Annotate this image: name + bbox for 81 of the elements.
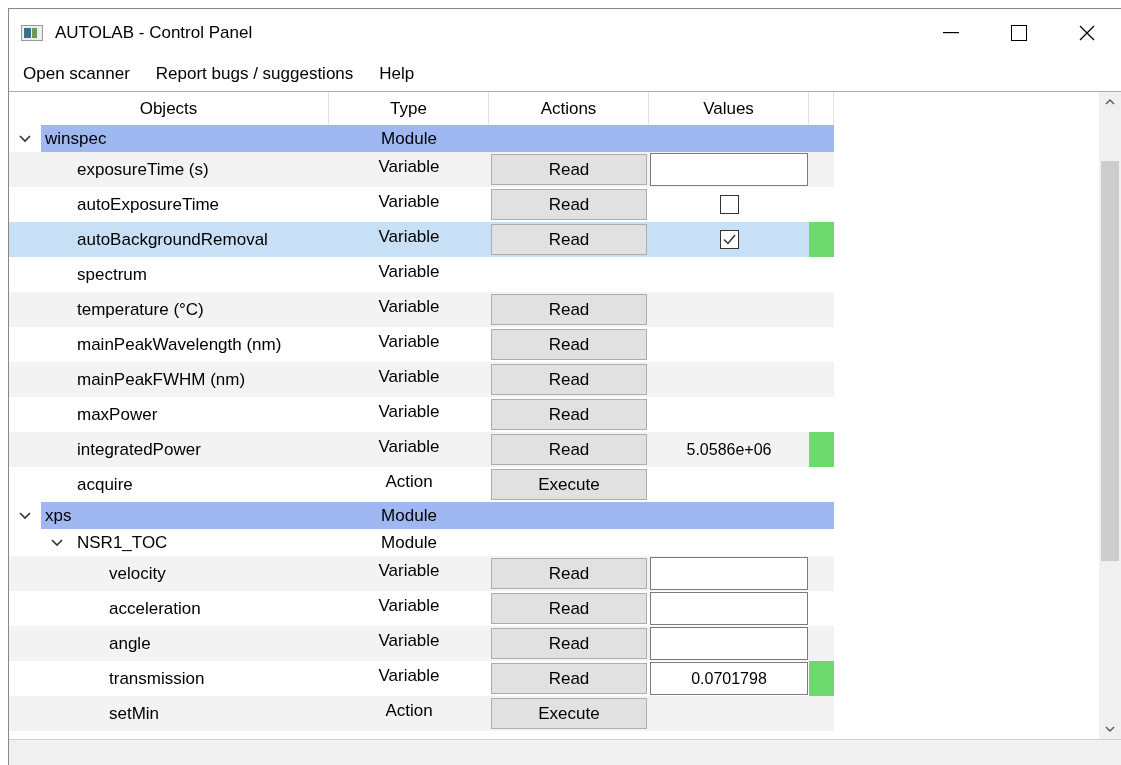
type-label: Variable	[378, 156, 440, 178]
tree-row[interactable]: autoBackgroundRemoval Variable Read	[9, 222, 834, 257]
value-field[interactable]: 0.0701798	[650, 662, 808, 695]
type-label: Variable	[378, 191, 440, 213]
tree-row[interactable]: velocity Variable Read	[9, 556, 834, 591]
value-field[interactable]	[650, 153, 808, 186]
tree-row[interactable]: setMin Action Execute	[9, 696, 834, 731]
object-name: autoExposureTime	[76, 193, 220, 216]
tree-row[interactable]: mainPeakFWHM (nm) Variable Read	[9, 362, 834, 397]
module-name: winspec	[41, 125, 329, 152]
action-button[interactable]: Read	[491, 154, 647, 185]
menu-item[interactable]: Open scanner	[15, 60, 138, 87]
action-button[interactable]: Read	[491, 224, 647, 255]
tree-row[interactable]: integratedPower Variable Read 5.0586e+06	[9, 432, 834, 467]
checkbox[interactable]	[719, 195, 739, 214]
action-button[interactable]: Execute	[491, 698, 647, 729]
value-text: 5.0586e+06	[686, 439, 772, 460]
object-name: integratedPower	[76, 438, 201, 461]
object-name: maxPower	[76, 403, 158, 426]
value-field[interactable]	[650, 557, 808, 590]
object-name: velocity	[108, 562, 166, 585]
scroll-up-icon[interactable]	[1105, 98, 1115, 105]
type-label: Module	[381, 504, 437, 527]
object-name: mainPeakFWHM (nm)	[76, 368, 246, 391]
value-field[interactable]	[650, 627, 808, 660]
module-name: NSR1_TOC	[76, 531, 168, 554]
object-name: spectrum	[76, 263, 147, 286]
type-label: Variable	[378, 595, 440, 617]
type-label: Variable	[378, 630, 440, 652]
action-button[interactable]: Read	[491, 593, 647, 624]
type-label: Variable	[378, 331, 440, 353]
chevron-down-icon[interactable]	[51, 536, 63, 549]
type-label: Module	[381, 531, 437, 554]
object-name: autoBackgroundRemoval	[76, 228, 268, 251]
value-field[interactable]	[650, 592, 808, 625]
object-name: angle	[108, 632, 151, 655]
object-name: exposureTime (s)	[76, 158, 209, 181]
type-label: Variable	[378, 436, 440, 458]
tree-row[interactable]: temperature (°C) Variable Read	[9, 292, 834, 327]
object-name: acceleration	[108, 597, 201, 620]
type-label: Action	[385, 700, 433, 722]
type-label: Variable	[378, 296, 440, 318]
action-button[interactable]: Read	[491, 399, 647, 430]
window-title: AUTOLAB - Control Panel	[55, 21, 253, 44]
action-button[interactable]: Read	[491, 558, 647, 589]
object-name: setMin	[108, 702, 160, 725]
checkbox[interactable]	[719, 230, 739, 249]
module-name: xps	[41, 502, 329, 529]
type-label: Variable	[378, 261, 440, 283]
menu-item[interactable]: Report bugs / suggestions	[147, 60, 362, 87]
type-label: Variable	[378, 366, 440, 388]
menu-item[interactable]: Help	[371, 60, 423, 87]
type-label: Variable	[378, 560, 440, 582]
chevron-down-icon[interactable]	[19, 132, 31, 145]
action-button[interactable]: Read	[491, 294, 647, 325]
action-button[interactable]: Read	[491, 434, 647, 465]
scrollbar-thumb[interactable]	[1101, 161, 1119, 561]
object-name: acquire	[76, 473, 133, 496]
action-button[interactable]: Read	[491, 189, 647, 220]
minimize-icon	[943, 31, 959, 34]
action-button[interactable]: Read	[491, 364, 647, 395]
close-icon	[1079, 24, 1095, 41]
action-button[interactable]: Read	[491, 329, 647, 360]
object-name: temperature (°C)	[76, 298, 204, 321]
maximize-icon	[1011, 24, 1027, 41]
tree-row[interactable]: exposureTime (s) Variable Read	[9, 152, 834, 187]
type-label: Variable	[378, 665, 440, 687]
scroll-down-icon[interactable]	[1105, 726, 1115, 733]
action-button[interactable]: Read	[491, 628, 647, 659]
action-button[interactable]: Read	[491, 663, 647, 694]
type-label: Variable	[378, 226, 440, 248]
app-icon	[21, 24, 43, 41]
type-label: Variable	[378, 401, 440, 423]
tree-row[interactable]: angle Variable Read	[9, 626, 834, 661]
action-button[interactable]: Execute	[491, 469, 647, 500]
object-name: transmission	[108, 667, 205, 690]
type-label: Module	[381, 127, 437, 150]
object-name: mainPeakWavelength (nm)	[76, 333, 282, 356]
type-label: Action	[385, 471, 433, 493]
scrollbar[interactable]	[1099, 92, 1121, 739]
chevron-down-icon[interactable]	[19, 509, 31, 522]
